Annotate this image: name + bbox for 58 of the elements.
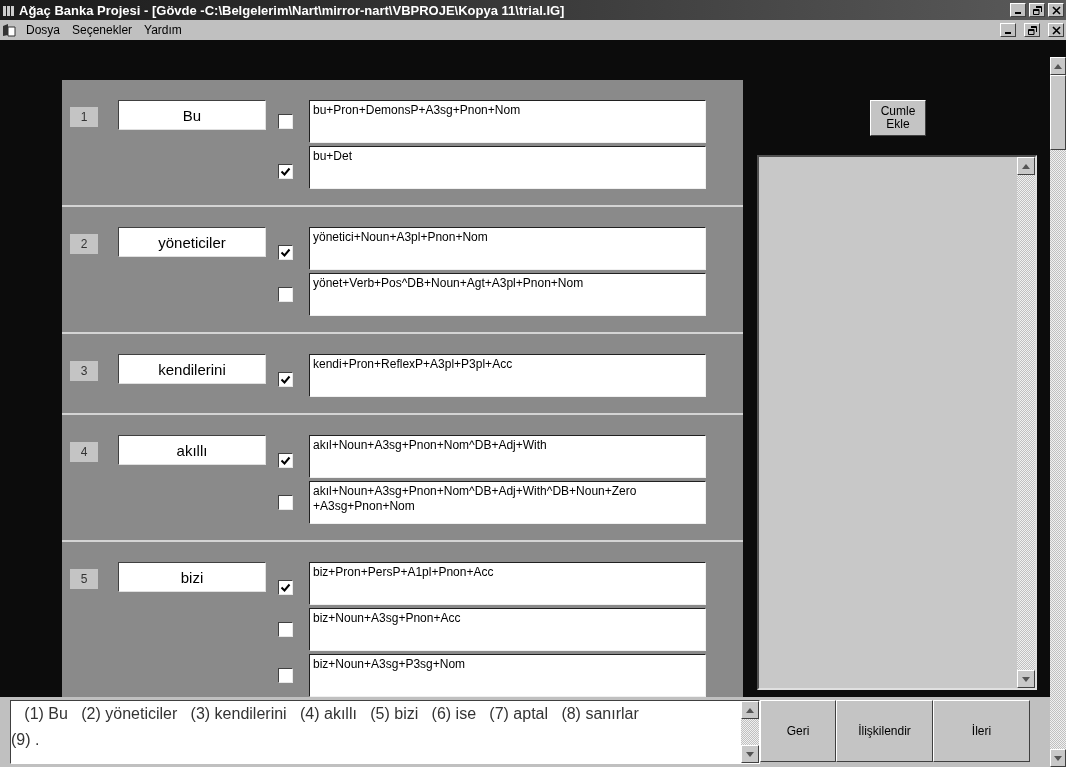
analysis-field[interactable]: biz+Noun+A3sg+Pnon+Acc [309,608,706,651]
analysis-checkbox[interactable] [278,164,293,179]
scroll-up-icon [1054,63,1062,69]
close-button[interactable] [1048,23,1064,37]
restore-icon [1027,25,1037,35]
scroll-up-icon [746,707,754,713]
nav-button[interactable]: İleri [933,700,1030,762]
menu-item[interactable]: Yardım [142,23,184,37]
word-number: 1 [70,107,98,127]
analysis-field[interactable]: bu+Det [309,146,706,189]
nav-button[interactable]: Geri [760,700,836,762]
analysis-checkbox[interactable] [278,495,293,510]
analysis-checkbox[interactable] [278,580,293,595]
word-number: 5 [70,569,98,589]
restore-icon [1032,5,1042,15]
book-icon [2,23,16,37]
analysis-checkbox[interactable] [278,372,293,387]
close-button[interactable] [1048,3,1064,17]
menu-item[interactable]: Dosya [24,23,62,37]
word-field: Bu [118,100,266,130]
app-icon [2,3,16,17]
word-field: kendilerini [118,354,266,384]
scroll-down-icon [1022,676,1030,682]
analysis-checkbox[interactable] [278,287,293,302]
analysis-field[interactable]: bu+Pron+DemonsP+A3sg+Pnon+Nom [309,100,706,143]
nav-button[interactable]: İlişkilendir [836,700,933,762]
scroll-up-icon [1022,163,1030,169]
menu-item[interactable]: Seçenekler [70,23,135,37]
word-number: 3 [70,361,98,381]
analysis-field[interactable]: biz+Noun+A3sg+P3sg+Nom [309,654,706,697]
analysis-field[interactable]: yönetici+Noun+A3pl+Pnon+Nom [309,227,706,270]
window-title: Ağaç Banka Projesi - [Gövde -C:\Belgelerim\Nart\mirror-nart\VBPROJE\Kopya 11\trial.IG] [19,2,566,18]
analysis-checkbox[interactable] [278,622,293,637]
sentence-field[interactable]: (1) Bu (2) yöneticiler (3) kendilerini (4) akıllı (5) bizi (6) ise (7) aptal (8) sanırlar (9) . [10,700,760,764]
word-field: akıllı [118,435,266,465]
word-number: 4 [70,442,98,462]
word-number: 2 [70,234,98,254]
analysis-checkbox[interactable] [278,245,293,260]
word-field: yöneticiler [118,227,266,257]
analysis-checkbox[interactable] [278,668,293,683]
analysis-checkbox[interactable] [278,453,293,468]
analysis-checkbox[interactable] [278,114,293,129]
add-sentence-button[interactable]: Cumle Ekle [870,100,926,136]
restore-button[interactable] [1029,3,1045,17]
minimize-button[interactable] [1010,3,1026,17]
analysis-field[interactable]: kendi+Pron+ReflexP+A3pl+P3pl+Acc [309,354,706,397]
analysis-field[interactable]: yönet+Verb+Pos^DB+Noun+Agt+A3pl+Pnon+Nom [309,273,706,316]
minimize-button[interactable] [1000,23,1016,37]
scroll-down-icon [1054,755,1062,761]
restore-button[interactable] [1024,23,1040,37]
scroll-thumb[interactable] [1050,75,1066,150]
close-icon [1051,25,1061,35]
scroll-down-icon [746,751,754,757]
word-field: bizi [118,562,266,592]
analysis-field[interactable]: akıl+Noun+A3sg+Pnon+Nom^DB+Adj+With^DB+Noun+Zero +A3sg+Pnon+Nom [309,481,706,524]
analysis-field[interactable]: akıl+Noun+A3sg+Pnon+Nom^DB+Adj+With [309,435,706,478]
analysis-field[interactable]: biz+Pron+PersP+A1pl+Pnon+Acc [309,562,706,605]
close-icon [1051,5,1061,15]
